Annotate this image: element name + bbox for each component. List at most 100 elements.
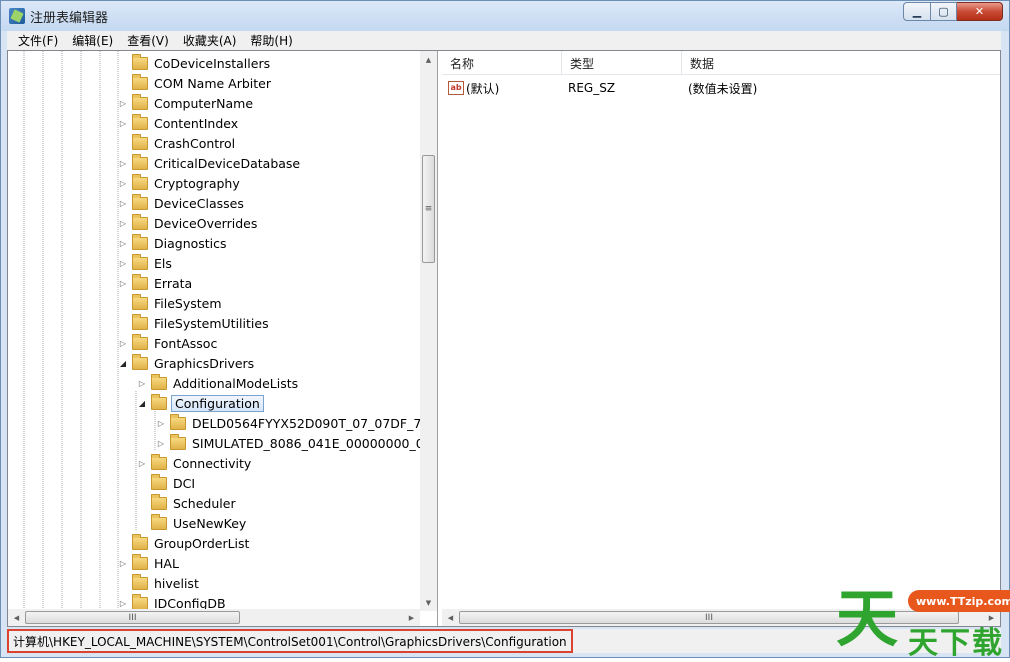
window-title: 注册表编辑器 (30, 10, 109, 26)
tree-item[interactable]: hivelist (118, 573, 201, 592)
folder-icon (170, 413, 186, 430)
value-row[interactable]: ab (默认) REG_SZ (数值未设置) (442, 79, 1000, 97)
column-data-header[interactable]: 数据 (682, 51, 1000, 75)
list-scroll-left-arrow[interactable]: ◀ (442, 609, 459, 626)
tree-item[interactable]: ▷ Diagnostics (118, 233, 229, 252)
tree-hscroll-thumb[interactable]: III (25, 611, 240, 624)
expand-toggle-icon[interactable]: ▷ (118, 258, 128, 268)
value-data-cell: (数值未设置) (688, 81, 758, 96)
tree-item[interactable]: ◢ GraphicsDrivers (118, 353, 256, 372)
tree-item-label: FileSystem (154, 295, 222, 311)
expand-toggle-icon[interactable]: ▷ (118, 218, 128, 228)
tree-item[interactable]: FileSystem (118, 293, 224, 312)
tree-item[interactable]: ▷ Connectivity (137, 453, 253, 472)
scroll-down-arrow[interactable]: ▼ (420, 594, 437, 611)
menu-view[interactable]: 查看(V) (120, 32, 176, 49)
tree-item[interactable]: FileSystemUtilities (118, 313, 271, 332)
title-bar[interactable]: 注册表编辑器 ▁ ▢ ✕ (1, 1, 1009, 31)
tree-item-label: Configuration (171, 394, 264, 412)
tree-item[interactable]: DCI (137, 473, 197, 492)
folder-icon (132, 273, 148, 290)
tree-item[interactable]: ▷ CriticalDeviceDatabase (118, 153, 302, 172)
tree-item[interactable]: ▷ DeviceClasses (118, 193, 246, 212)
expand-toggle-icon[interactable]: ▷ (156, 418, 166, 428)
maximize-button[interactable]: ▢ (931, 2, 957, 21)
scroll-up-arrow[interactable]: ▲ (420, 51, 437, 68)
tree-item[interactable]: GroupOrderList (118, 533, 251, 552)
folder-icon (132, 233, 148, 250)
tree-horizontal-scrollbar[interactable]: ◀ III ▶ (8, 609, 420, 626)
folder-icon (132, 93, 148, 110)
tree-item[interactable]: CrashControl (118, 133, 237, 152)
tree-item[interactable]: ▷ DELD0564FYYX52D090T_07_07DF_70^B7 (156, 413, 437, 432)
tree-item[interactable]: ◢ Configuration (137, 393, 264, 412)
list-header: 名称 类型 数据 (442, 51, 1000, 75)
expand-toggle-icon[interactable]: ▷ (118, 338, 128, 348)
tree-item-label: GraphicsDrivers (154, 355, 255, 371)
folder-icon (151, 493, 167, 510)
column-name-header[interactable]: 名称 (442, 51, 562, 75)
scroll-left-arrow[interactable]: ◀ (8, 609, 25, 626)
minimize-button[interactable]: ▁ (903, 2, 931, 21)
expand-toggle-icon[interactable]: ▷ (118, 558, 128, 568)
folder-icon (132, 573, 148, 590)
menu-help[interactable]: 帮助(H) (243, 32, 299, 49)
tree-item[interactable]: ▷ FontAssoc (118, 333, 219, 352)
expand-toggle-icon[interactable]: ▷ (137, 378, 147, 388)
tree-item-label: FileSystemUtilities (154, 315, 269, 331)
tree-item-label: ComputerName (154, 95, 254, 111)
folder-icon (132, 73, 148, 90)
scroll-right-arrow[interactable]: ▶ (403, 609, 420, 626)
tree-item[interactable]: ▷ ComputerName (118, 93, 255, 112)
expand-toggle-icon[interactable]: ▷ (137, 458, 147, 468)
scroll-thumb[interactable]: ≡ (422, 155, 435, 263)
tree-item-label: Connectivity (173, 455, 252, 471)
menu-favorites[interactable]: 收藏夹(A) (176, 32, 244, 49)
column-type-header[interactable]: 类型 (562, 51, 682, 75)
expand-toggle-icon[interactable]: ▷ (118, 118, 128, 128)
tree-vertical-scrollbar[interactable]: ▲ ≡ ▼ (420, 51, 437, 611)
menu-file[interactable]: 文件(F) (11, 32, 65, 49)
tree-item[interactable]: COM Name Arbiter (118, 73, 273, 92)
tree-item[interactable]: UseNewKey (137, 513, 248, 532)
folder-icon (132, 173, 148, 190)
expand-toggle-icon[interactable]: ▷ (118, 158, 128, 168)
tree-item[interactable]: ▷ HAL (118, 553, 181, 572)
expand-toggle-icon[interactable]: ▷ (118, 598, 128, 608)
tree-item-label: Diagnostics (154, 235, 227, 251)
values-list-pane[interactable]: 名称 类型 数据 ab (默认) REG_SZ (数值未设置) ◀ III ▶ (442, 51, 1000, 626)
folder-icon (132, 133, 148, 150)
key-tree-pane[interactable]: CoDeviceInstallers COM Name Arbiter ▷ Compu… (8, 51, 438, 626)
tree-item[interactable]: ▷ Els (118, 253, 174, 272)
watermark-text: 天下载 (908, 626, 1004, 661)
tree-item[interactable]: ▷ DeviceOverrides (118, 213, 259, 232)
close-button[interactable]: ✕ (957, 2, 1003, 21)
tree-item[interactable]: CoDeviceInstallers (118, 53, 272, 72)
tree-item[interactable]: Scheduler (137, 493, 238, 512)
expand-toggle-icon[interactable]: ▷ (156, 438, 166, 448)
value-name: (默认) (466, 81, 500, 96)
tree-item[interactable]: ▷ SIMULATED_8086_041E_00000000_00020 (156, 433, 438, 452)
expand-toggle-icon[interactable]: ◢ (137, 398, 147, 408)
tree-item-label: SIMULATED_8086_041E_00000000_00020 (192, 435, 438, 451)
expand-toggle-icon[interactable]: ◢ (118, 358, 128, 368)
tree-item-label: hivelist (154, 575, 199, 591)
tree-item[interactable]: ▷ AdditionalModeLists (137, 373, 300, 392)
expand-toggle-icon[interactable]: ▷ (118, 238, 128, 248)
folder-icon (132, 593, 148, 610)
menu-edit[interactable]: 编辑(E) (65, 32, 120, 49)
expand-toggle-icon[interactable]: ▷ (118, 198, 128, 208)
expand-toggle-icon[interactable]: ▷ (118, 98, 128, 108)
expand-toggle-icon[interactable]: ▷ (118, 278, 128, 288)
tree-item[interactable]: ▷ ContentIndex (118, 113, 240, 132)
tree-item[interactable]: ▷ Errata (118, 273, 194, 292)
tree-item-label: Scheduler (173, 495, 236, 511)
tree-item[interactable]: ▷ Cryptography (118, 173, 242, 192)
expand-toggle-icon[interactable]: ▷ (118, 178, 128, 188)
folder-icon (132, 353, 148, 370)
